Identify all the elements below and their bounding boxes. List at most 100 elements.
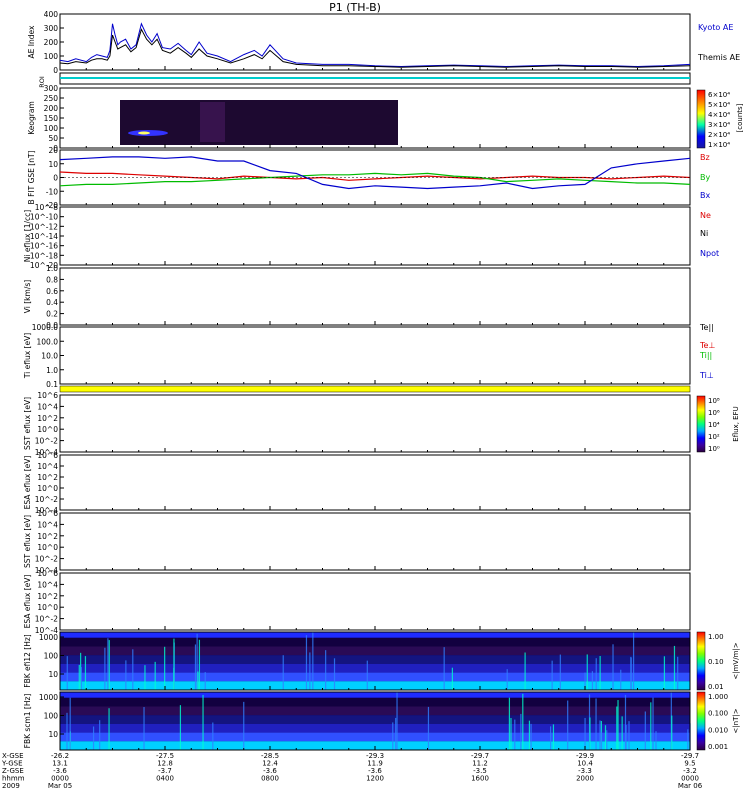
fbk1-burst [312, 632, 314, 690]
fbk2-ylabel: FBK scm1 [Hz] [23, 694, 32, 749]
fbk2-tick-label: 1000 [39, 693, 58, 702]
fbk2-burst [108, 708, 110, 750]
sst-i-tick-label: 10^6 [37, 509, 58, 518]
legend-ti-perp: Ti⊥ [699, 371, 714, 380]
fbk1-ylabel: FBK efi12 [Hz] [23, 634, 32, 688]
x-axis-value: Mar 06 [678, 782, 703, 790]
fbk2-burst [66, 712, 68, 750]
x-axis-value: Mar 05 [48, 782, 72, 790]
fbk2-burst [530, 723, 532, 750]
sst-i-tick-label: 10^2 [37, 532, 58, 541]
legend-bz: Bz [700, 153, 710, 162]
fbk1-burst [451, 667, 453, 690]
fbk2-burst [514, 719, 516, 750]
fbk1-burst [325, 650, 327, 690]
fbk1-burst [673, 645, 676, 690]
ae-tick-label: 0 [53, 66, 58, 75]
fbk1-burst [305, 635, 308, 690]
fbk1-burst [309, 652, 311, 690]
fbk2-burst [595, 698, 597, 750]
fbk2-burst [628, 721, 630, 750]
esa-i-tick-label: 10^0 [37, 603, 58, 612]
legend-ni: Ni [700, 229, 708, 238]
sst-i-ylabel: SST eflux [eV] [23, 515, 32, 568]
fbk1-burst [663, 656, 666, 690]
keogram-colorbar-tick-label: 5×10⁴ [708, 101, 730, 109]
esa-i-tick-label: 10^6 [37, 569, 58, 578]
fbk2-burst [92, 726, 95, 750]
fbk2-burst [567, 700, 569, 750]
eflux-colorbar-tick-label: 10⁶ [708, 409, 720, 417]
fbk2-tick-label: 100 [44, 712, 59, 721]
fbk2-burst [396, 692, 398, 750]
keogram-ylabel: Keogram [27, 101, 36, 135]
sst-e-tick-label: 10^2 [37, 414, 58, 423]
sst-i-tick-label: 10^0 [37, 543, 58, 552]
fbk2-bands [60, 692, 691, 750]
legend-themis-ae: Themis AE [697, 53, 740, 62]
mode-bar [59, 385, 691, 393]
fbk2-burst [550, 726, 552, 750]
sst-e-tick-label: 10^4 [37, 402, 58, 411]
bfgm-tick-label: 10 [48, 160, 58, 169]
fbk1-colorbar-tick-label: 0.10 [708, 658, 724, 666]
sst-i-frame [59, 512, 691, 571]
fbk1-burst [154, 661, 156, 690]
fbk2-burst [522, 693, 524, 750]
fbk2-burst [617, 700, 619, 750]
fbk2-colorbar-tick-label: 0.100 [708, 710, 728, 718]
esa-i-tick-label: 10^2 [37, 592, 58, 601]
fbk2-burst [69, 697, 71, 750]
sst-e-tick-label: 10^0 [37, 425, 58, 434]
vi-tick-label: 0.6 [46, 287, 58, 296]
fbk1-burst [366, 660, 368, 690]
sst-i-tick-label: 10^-2 [35, 555, 59, 564]
fbk2-burst [520, 713, 522, 750]
fbk2-burst [606, 730, 608, 750]
fbk2-band [60, 692, 690, 698]
keogram-tick-label: 150 [44, 114, 59, 123]
fbk1-band [60, 632, 690, 638]
eflux-colorbar-tick-label: 10² [708, 433, 720, 441]
bfgm-tick-label: 20 [48, 146, 58, 155]
legend-kyoto-ae: Kyoto AE [698, 23, 733, 32]
fbk2-burst [604, 725, 607, 750]
ti-tick-label: 1.0 [46, 366, 58, 375]
fbk2-colorbar-label: <|nT|> [732, 708, 740, 733]
esa-e-tick-label: 10^6 [37, 451, 58, 460]
keogram-tick-label: 300 [44, 84, 59, 93]
esa-i-tick-label: 10^-2 [35, 615, 59, 624]
esa-e-tick-label: 10^0 [37, 484, 58, 493]
plot-title: P1 (TH-B) [329, 1, 381, 14]
ti-tick-label: 100.0 [37, 337, 59, 346]
x-axis-value: 2000 [576, 775, 594, 783]
ni-tick-label: 10^-8 [35, 203, 59, 212]
fbk1-burst [84, 656, 87, 690]
bfgm-tick-label: 0 [53, 174, 58, 183]
ae-series-kyoto-ae [59, 22, 691, 68]
keogram-tick-label: 100 [44, 124, 59, 133]
fbk1-burst [443, 647, 445, 690]
fbk2-burst [143, 707, 145, 750]
fbk2-burst [671, 715, 673, 750]
fbk2-burst [589, 717, 591, 750]
keogram-colorbar-tick-label: 3×10⁴ [708, 121, 730, 129]
fbk2-burst [510, 718, 512, 750]
keogram-colorbar [696, 89, 706, 149]
keogram-colorbar-tick-label: 6×10⁴ [708, 91, 730, 99]
ti-tick-label: 0.1 [46, 380, 58, 389]
fbk2-burst [392, 722, 394, 750]
keogram-colorbar-label: [counts] [736, 103, 744, 132]
panels-layer: 4003002001000AE Index Kyoto AEThemis AERO… [1, 10, 744, 790]
ti-ylabel: Ti eflux [eV] [23, 333, 32, 379]
fbk1-colorbar-tick-label: 1.00 [708, 633, 724, 641]
fbk1-burst [506, 669, 508, 690]
fbk2-burst [655, 731, 657, 750]
fbk2-burst [243, 701, 245, 750]
fbk2-burst [650, 702, 652, 750]
fbk1-colorbar-label: <|mV/m|> [732, 642, 740, 679]
esa-i-tick-label: 10^4 [37, 580, 58, 589]
fbk2-burst [427, 706, 430, 750]
fbk2-burst [652, 697, 654, 750]
ni-tick-label: 10^-12 [30, 222, 58, 231]
